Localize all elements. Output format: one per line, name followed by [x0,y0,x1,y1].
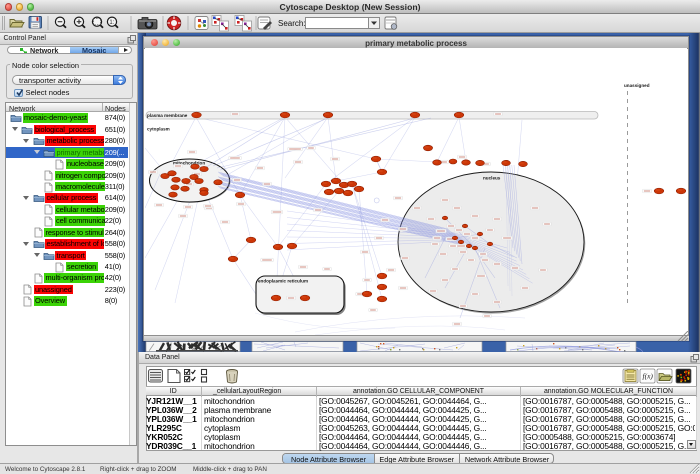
svg-text:plasma membrane: plasma membrane [147,113,188,118]
svg-text:endoplasmic reticulum: endoplasmic reticulum [258,279,308,284]
svg-text:cytoplasm: cytoplasm [147,127,170,132]
svg-text:Search:: Search: [278,19,306,28]
svg-text:unassigned: unassigned [624,83,650,88]
svg-text:f(x): f(x) [643,372,654,381]
svg-text:nucleus: nucleus [483,176,501,181]
